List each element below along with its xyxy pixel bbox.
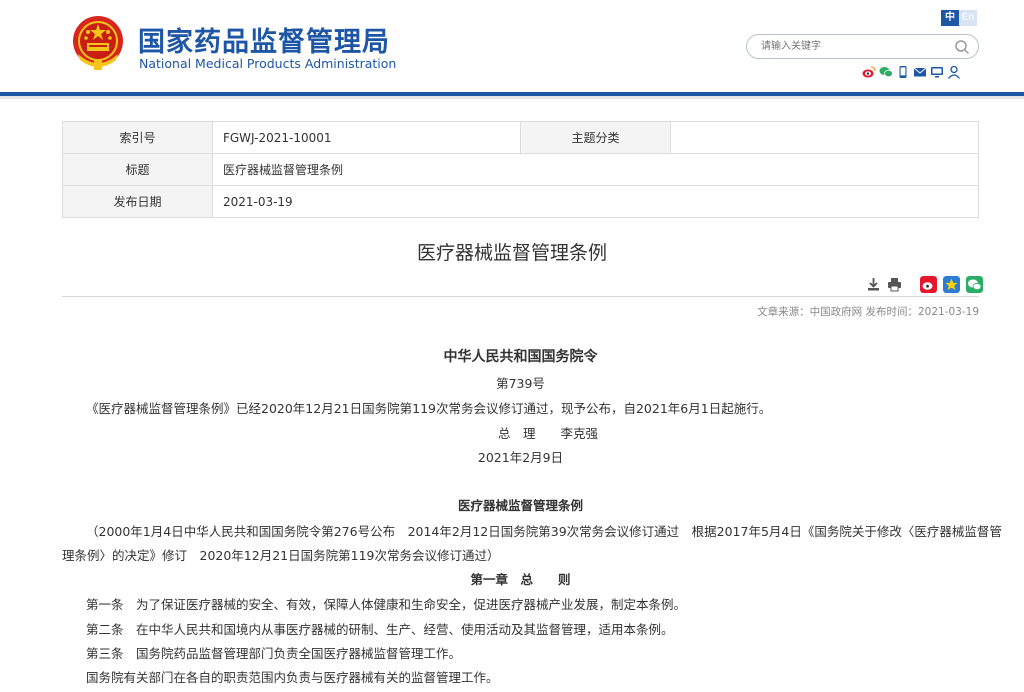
- search-box: [746, 34, 979, 59]
- language-switch: 中 En: [941, 10, 977, 26]
- mail-icon[interactable]: [913, 65, 927, 79]
- wechat-icon[interactable]: [879, 65, 893, 79]
- lang-zh-button[interactable]: 中: [941, 10, 959, 26]
- article-3: 第三条 国务院药品监督管理部门负责全国医疗器械监督管理工作。: [86, 646, 462, 661]
- title-divider: [62, 296, 979, 297]
- premier-signature: 总 理 李克强: [498, 426, 599, 441]
- chapter-heading: 第一章 总 则: [470, 572, 571, 587]
- weibo-icon[interactable]: [862, 65, 876, 79]
- user-icon[interactable]: [947, 65, 961, 79]
- index-label: 索引号: [62, 121, 213, 154]
- regulation-history-line-2: 理条例〉的决定》修订 2020年12月21日国务院第119次常务会议修订通过）: [62, 548, 500, 563]
- print-icon[interactable]: [887, 277, 902, 292]
- search-icon[interactable]: [954, 39, 970, 55]
- national-emblem-icon: [73, 16, 123, 70]
- tv-icon[interactable]: [930, 65, 944, 79]
- site-header: 国家药品监督管理局 National Medical Products Admi…: [0, 0, 1024, 92]
- date-label: 发布日期: [62, 185, 213, 218]
- date-value: 2021-03-19: [211, 185, 980, 218]
- table-row: 标题 医疗器械监督管理条例: [62, 153, 980, 186]
- regulation-history-line-1: （2000年1月4日中华人民共和国国务院令第276号公布 2014年2月12日国…: [86, 524, 1002, 539]
- table-row: 索引号 FGWJ-2021-10001 主题分类: [62, 121, 980, 154]
- title-value: 医疗器械监督管理条例: [211, 153, 980, 186]
- order-title: 中华人民共和国国务院令: [443, 349, 598, 365]
- search-input[interactable]: [761, 38, 941, 55]
- share-weibo-icon[interactable]: [920, 276, 937, 293]
- sign-date: 2021年2月9日: [477, 450, 564, 465]
- source-info: 文章来源：中国政府网 发布时间：2021-03-19: [757, 306, 979, 318]
- regulation-title: 医疗器械监督管理条例: [457, 498, 583, 513]
- article-1: 第一条 为了保证医疗器械的安全、有效，保障人体健康和生命安全，促进医疗器械产业发…: [86, 597, 687, 612]
- category-value: [669, 121, 980, 154]
- order-intro: 《医疗器械监督管理条例》已经2020年12月21日国务院第119次常务会议修订通…: [86, 401, 772, 416]
- header-shadow: [0, 96, 1024, 99]
- mobile-icon[interactable]: [896, 65, 910, 79]
- index-value: FGWJ-2021-10001: [211, 121, 521, 154]
- article-2: 第二条 在中华人民共和国境内从事医疗器械的研制、生产、经营、使用活动及其监督管理…: [86, 622, 674, 637]
- order-number: 第739号: [496, 376, 545, 391]
- title-label: 标题: [62, 153, 213, 186]
- document-title: 医疗器械监督管理条例: [416, 242, 607, 264]
- article-3-paragraph-2: 国务院有关部门在各自的职责范围内负责与医疗器械有关的监督管理工作。: [86, 670, 499, 685]
- social-links: [862, 65, 961, 79]
- share-wechat-icon[interactable]: [966, 276, 983, 293]
- table-row: 发布日期 2021-03-19: [62, 185, 980, 218]
- lang-en-button[interactable]: En: [959, 10, 977, 26]
- document-tools: [866, 276, 983, 293]
- download-icon[interactable]: [866, 277, 881, 292]
- share-qzone-icon[interactable]: [943, 276, 960, 293]
- site-title-cn[interactable]: 国家药品监督管理局: [138, 20, 390, 59]
- category-label: 主题分类: [519, 121, 671, 154]
- site-title-en[interactable]: National Medical Products Administration: [139, 56, 396, 71]
- document-meta-table: 索引号 FGWJ-2021-10001 主题分类 标题 医疗器械监督管理条例 发…: [62, 121, 980, 218]
